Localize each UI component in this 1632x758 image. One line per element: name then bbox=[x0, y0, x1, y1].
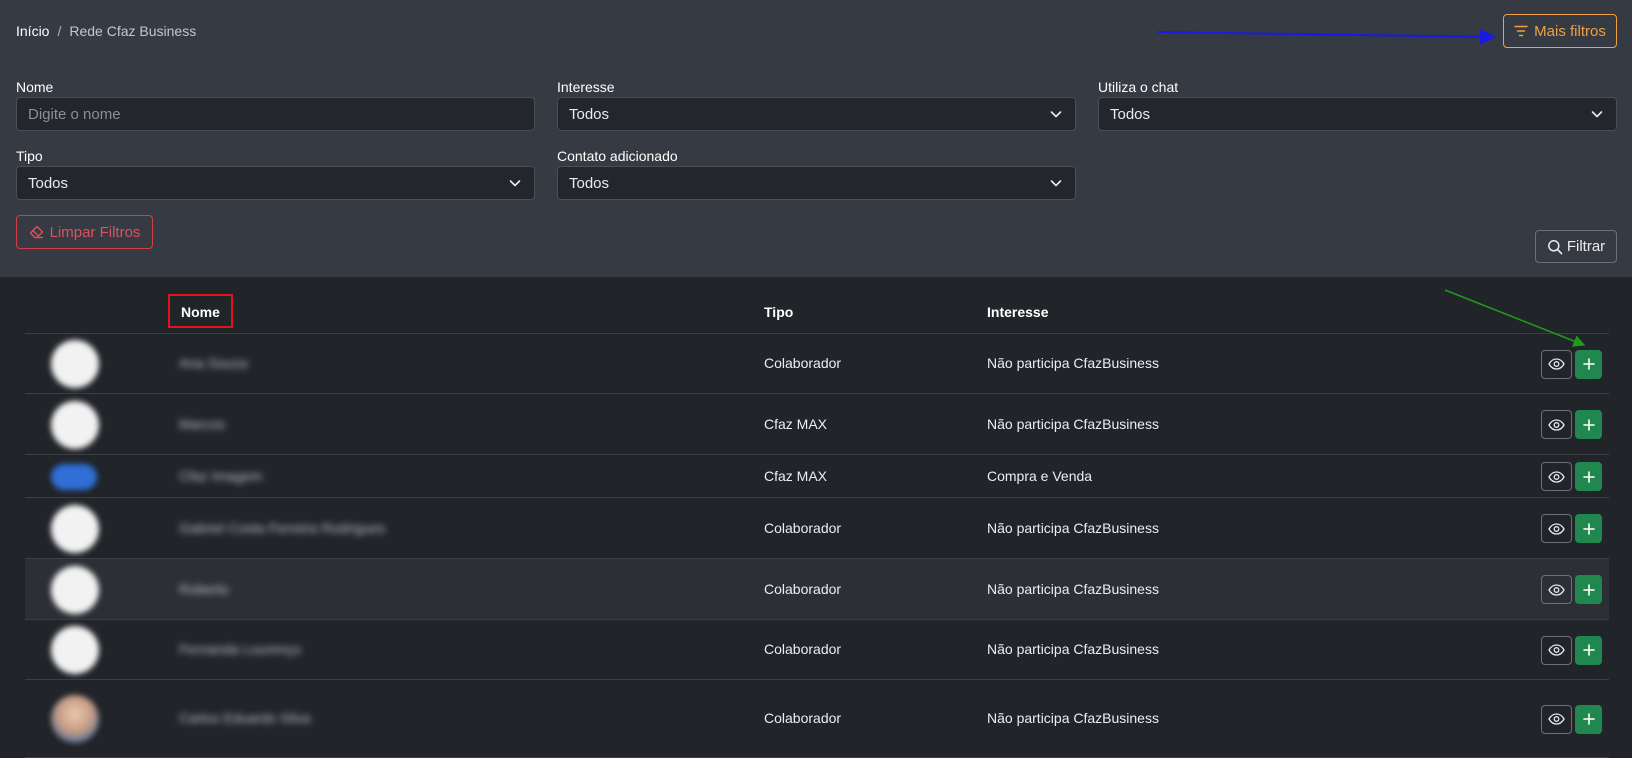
blue-annotation-arrow bbox=[1156, 28, 1496, 45]
annotation-arrows bbox=[1156, 28, 1586, 347]
green-annotation-arrow bbox=[1444, 289, 1586, 347]
